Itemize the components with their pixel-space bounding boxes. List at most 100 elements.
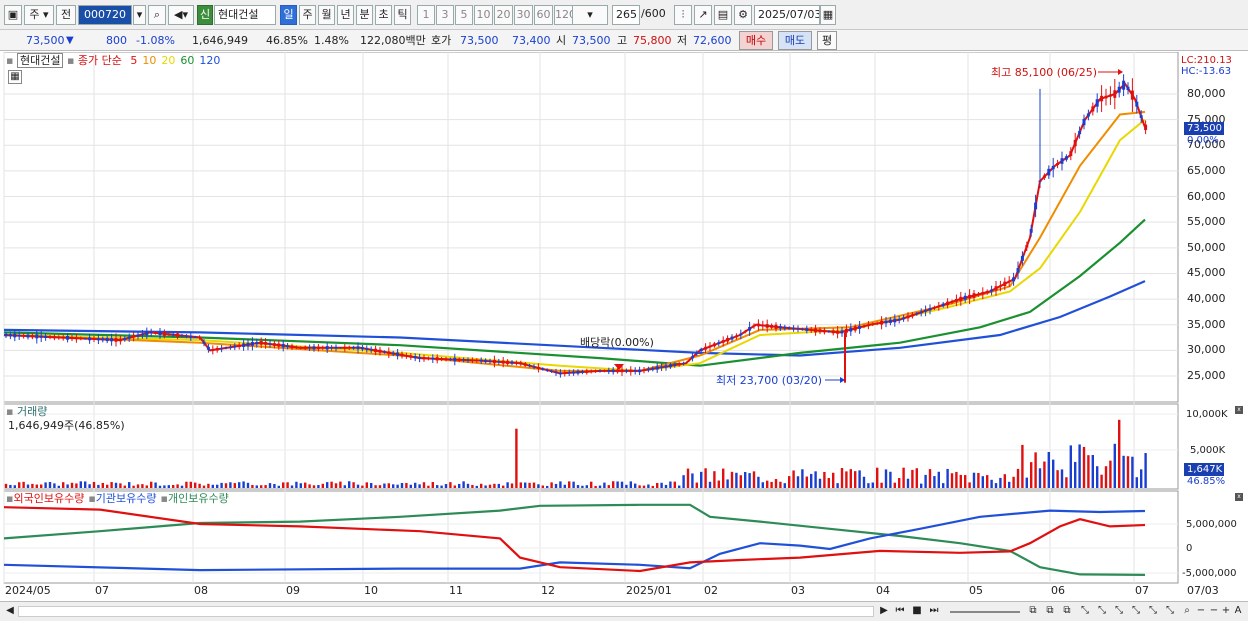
calendar-icon[interactable]: ▦ — [820, 5, 836, 25]
date-input[interactable]: 2025/07/03 — [754, 5, 820, 25]
data-count-total: /600 — [641, 7, 666, 20]
chart-area[interactable]: ▪ 현대건설 ▪ 종가 단순 5 10 20 60 120 ▦ 최고 85,100 (0… — [0, 51, 1248, 601]
date-axis-label: 10 — [364, 584, 378, 597]
period-button-0[interactable]: 일 — [280, 5, 297, 25]
candle-body — [286, 345, 290, 348]
zoom-window-icon[interactable]: ⧉ — [1060, 604, 1074, 619]
volume-bar — [730, 471, 734, 488]
candle-body — [523, 363, 527, 366]
stock-code-dropdown-icon[interactable]: ▾ — [133, 5, 146, 25]
volume-bar — [638, 485, 641, 488]
interval-button-5[interactable]: 5 — [455, 5, 473, 25]
data-count-input[interactable]: 265 — [612, 5, 640, 25]
zoom-fit-icon[interactable]: ⧉ — [1043, 604, 1057, 619]
holdings-legend-1[interactable]: 기관보유수량 — [96, 492, 157, 505]
page-forward-icon[interactable]: ⏭ — [927, 604, 941, 619]
interval-button-1[interactable]: 1 — [417, 5, 435, 25]
date-axis-label: 05 — [969, 584, 983, 597]
eval-button[interactable]: 평 — [817, 31, 837, 50]
volume-bar — [576, 485, 580, 488]
stock-code-input[interactable]: 000720 — [78, 5, 132, 25]
legend-ma-120[interactable]: 120 — [199, 54, 220, 67]
cross-icon-4[interactable]: ⤡ — [1129, 604, 1143, 619]
candle-body — [699, 348, 703, 351]
candle-body — [26, 334, 30, 338]
open-price: 73,500 — [572, 34, 611, 47]
speaker-icon[interactable]: ◀▾ — [168, 5, 194, 25]
save-icon[interactable]: ▤ — [714, 5, 732, 25]
candle-body — [369, 349, 373, 351]
volume-panel-close-icon[interactable]: x — [1235, 406, 1243, 414]
horizontal-scrollbar[interactable] — [18, 606, 874, 617]
page-back-icon[interactable]: ⏮ — [893, 604, 907, 619]
cross-icon-6[interactable]: ⤡ — [1163, 604, 1177, 619]
cross-icon-5[interactable]: ⤡ — [1146, 604, 1160, 619]
candle-body — [167, 333, 171, 335]
period-unit-select[interactable]: 주 ▾ — [24, 5, 54, 25]
sell-button[interactable]: 매도 — [778, 31, 812, 50]
draw-tool-icon[interactable]: ↗ — [694, 5, 712, 25]
scroll-left-icon[interactable]: ◀ — [4, 604, 16, 619]
holdings-legend-0[interactable]: 외국인보유수량 — [13, 492, 84, 505]
candle-body — [985, 291, 989, 294]
zoom-slider[interactable] — [950, 611, 1020, 613]
period-button-1[interactable]: 주 — [299, 5, 316, 25]
candle-body — [607, 370, 611, 372]
candle-body — [255, 342, 259, 345]
period-button-5[interactable]: 초 — [375, 5, 392, 25]
legend-ma-20[interactable]: 20 — [161, 54, 175, 67]
legend-stock-name[interactable]: 현대건설 — [16, 53, 64, 68]
stop-icon[interactable]: ■ — [910, 604, 924, 619]
window-menu-icon[interactable]: ▣ — [4, 5, 22, 25]
period-button-3[interactable]: 년 — [337, 5, 354, 25]
candle-body — [800, 328, 804, 330]
minus-icon[interactable]: − — [1209, 604, 1219, 619]
period-button-4[interactable]: 분 — [356, 5, 373, 25]
chart-canvas[interactable] — [0, 51, 1248, 601]
interval-button-20[interactable]: 20 — [494, 5, 513, 25]
interval-button-60[interactable]: 60 — [534, 5, 553, 25]
cross-icon-2[interactable]: ⤡ — [1095, 604, 1109, 619]
volume-bar — [950, 473, 954, 488]
zoom-reset-icon[interactable]: ⧉ — [1026, 604, 1040, 619]
holdings-legend-2[interactable]: 개인보유수량 — [168, 492, 229, 505]
search-icon[interactable]: ⌕ — [148, 5, 166, 25]
legend-ma-10[interactable]: 10 — [142, 54, 156, 67]
interval-button-10[interactable]: 10 — [474, 5, 493, 25]
holdings-legend: ▪외국인보유수량 ▪기관보유수량 ▪개인보유수량 — [6, 492, 233, 505]
period-button-2[interactable]: 월 — [318, 5, 335, 25]
interval-button-30[interactable]: 30 — [514, 5, 533, 25]
candle-body — [79, 337, 83, 339]
period-button-6[interactable]: 틱 — [394, 5, 411, 25]
candle-icon[interactable]: ⫶ — [674, 5, 692, 25]
scroll-right-icon[interactable]: ▶ — [878, 604, 890, 619]
legend-ma-60[interactable]: 60 — [180, 54, 194, 67]
custom-interval-select[interactable]: ▾ — [572, 5, 608, 25]
volume-bar — [361, 485, 364, 488]
candle-body — [30, 335, 34, 338]
date-axis-label: 07 — [1135, 584, 1149, 597]
interval-button-3[interactable]: 3 — [436, 5, 454, 25]
volume-bar — [449, 482, 452, 488]
holdings-panel-close-icon[interactable]: x — [1235, 493, 1243, 501]
volume-bar — [1008, 481, 1011, 488]
zoom-in-icon[interactable]: + — [1221, 604, 1231, 619]
prev-button[interactable]: 전 — [56, 5, 76, 25]
stock-name-field[interactable]: 현대건설 — [214, 5, 276, 25]
volume-bar — [968, 482, 971, 488]
volume-bar — [546, 485, 549, 488]
volume-bar — [515, 428, 518, 488]
cross-icon[interactable]: ⤡ — [1078, 604, 1092, 619]
font-size-icon[interactable]: A — [1233, 604, 1243, 619]
candle-body — [541, 368, 545, 370]
candle-body — [470, 359, 474, 361]
legend-ma-5[interactable]: 5 — [130, 54, 137, 67]
magnifier-icon[interactable]: ⌕ — [1181, 604, 1193, 619]
cross-icon-3[interactable]: ⤡ — [1112, 604, 1126, 619]
volume-bar — [915, 468, 918, 488]
volume-bar — [229, 482, 232, 488]
zoom-out-icon[interactable]: − — [1196, 604, 1206, 619]
grid-toggle-icon[interactable]: ▦ — [8, 70, 22, 84]
buy-button[interactable]: 매수 — [739, 31, 773, 50]
gear-icon[interactable]: ⚙ — [734, 5, 752, 25]
